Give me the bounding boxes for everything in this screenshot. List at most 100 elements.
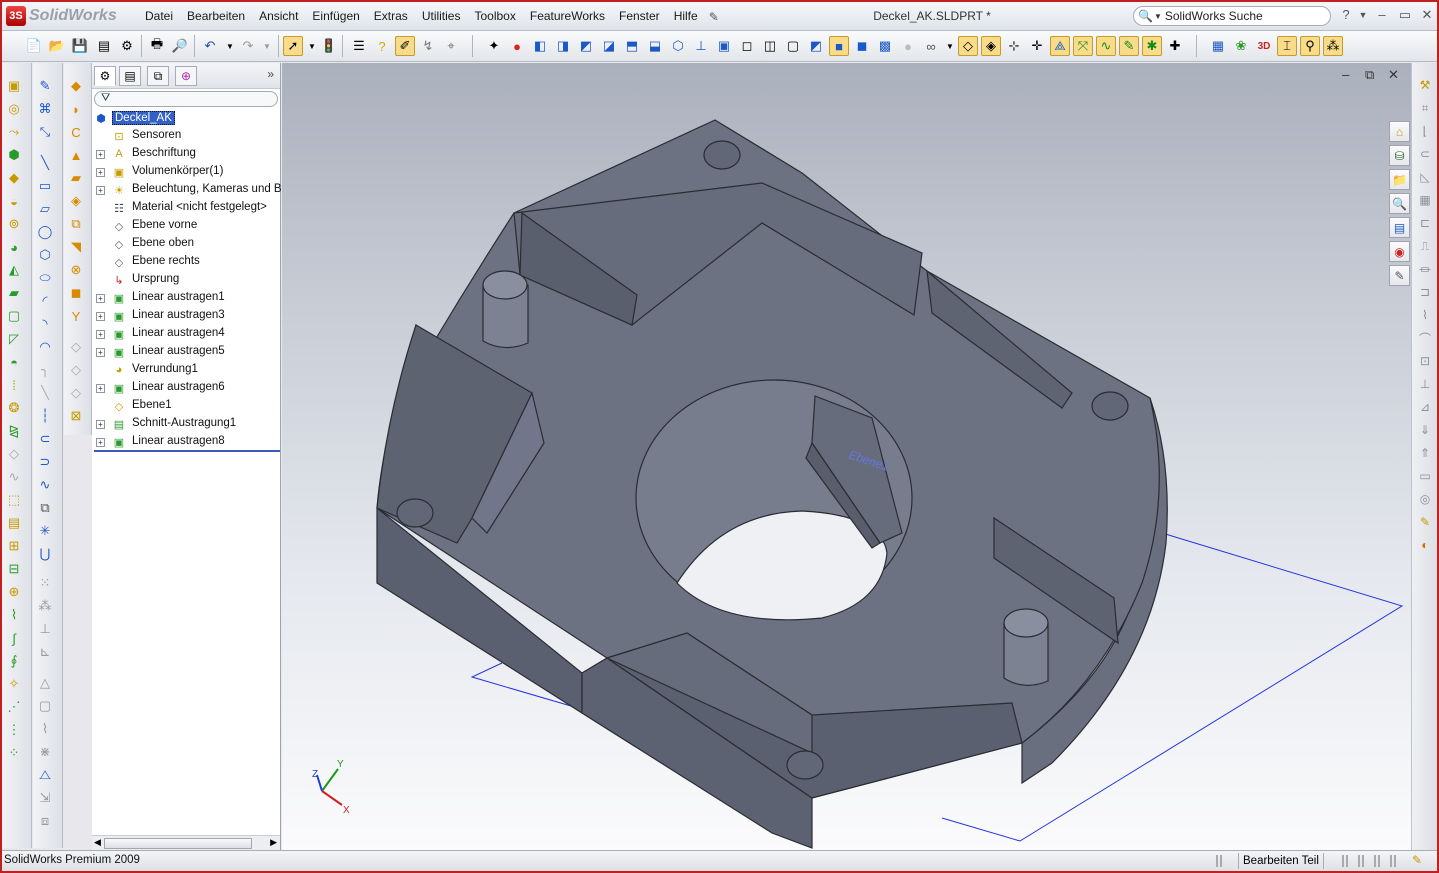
rip-icon[interactable]: ◐	[1417, 537, 1433, 553]
viewport-minimize-button[interactable]: –	[1342, 67, 1349, 82]
view-isometric-icon[interactable]: ⬡	[668, 36, 688, 56]
trim-extend-icon[interactable]: ⌊	[1417, 123, 1433, 139]
intersect-icon[interactable]: ⊞	[5, 537, 23, 555]
hole-top[interactable]	[703, 140, 741, 170]
shadows-icon[interactable]: ◼	[852, 36, 872, 56]
new-document-icon[interactable]: 📄	[24, 36, 44, 56]
appearance-icon[interactable]: ●	[507, 36, 527, 56]
linear-pattern-icon[interactable]: ⁞	[5, 376, 23, 394]
tree-item-beleuchtung[interactable]: + ☀ Beleuchtung, Kameras und Büh	[92, 181, 281, 199]
centerpoint-slot-icon[interactable]: ⊃	[36, 453, 54, 471]
open-icon[interactable]: 📂	[47, 36, 67, 56]
tree-item-material[interactable]: ☷ Material <nicht festgelegt>	[92, 199, 281, 217]
scrollbar-thumb[interactable]	[104, 838, 252, 849]
minimize-button[interactable]: –	[1374, 7, 1390, 22]
help-button[interactable]: ?	[1338, 7, 1354, 22]
help-bulb-icon[interactable]: ?	[372, 36, 392, 56]
menu-utilities[interactable]: Utilities	[415, 2, 468, 31]
view-right-icon[interactable]: ◪	[599, 36, 619, 56]
revolved-surface-icon[interactable]: ◗	[67, 100, 85, 118]
instant3d-icon[interactable]: ⬚	[5, 491, 23, 509]
extend-icon[interactable]: ⋇	[36, 743, 54, 761]
copy-entities-icon[interactable]: ⧈	[36, 812, 54, 830]
partial-ellipse-icon[interactable]: ◜	[36, 292, 54, 310]
hole-right[interactable]	[1091, 391, 1129, 421]
view-temp-axes-icon[interactable]: ⊹	[1004, 36, 1024, 56]
tree-item-linear-austragen4[interactable]: + ▣ Linear austragen4	[92, 325, 281, 343]
delete-face-icon[interactable]: ⊗	[67, 261, 85, 279]
smart-dimension-icon[interactable]: ⤡	[36, 123, 54, 141]
tree-item-linear-austragen8[interactable]: + ▣ Linear austragen8	[92, 433, 281, 451]
jog-icon[interactable]: ⌇	[1417, 307, 1433, 323]
3d-instant-icon[interactable]: 3D	[1254, 36, 1274, 56]
hem-icon[interactable]: ⊐	[1417, 284, 1433, 300]
hole-left[interactable]	[396, 498, 434, 528]
menu-extras[interactable]: Extras	[367, 2, 415, 31]
hole-wizard-icon[interactable]: ⊚	[5, 215, 23, 233]
restore-button[interactable]: ▭	[1397, 7, 1413, 23]
end-cap-icon[interactable]: ⊂	[1417, 146, 1433, 162]
redo-dropdown-icon[interactable]: ▼	[257, 36, 277, 56]
polygon-icon[interactable]: ⬡	[36, 246, 54, 264]
projected-curve-icon[interactable]: ⁘	[5, 744, 23, 762]
close-button[interactable]: ✕	[1419, 7, 1435, 23]
undo-dropdown-icon[interactable]: ▼	[220, 36, 240, 56]
sketch-on-surface-icon[interactable]: ✐	[395, 36, 415, 56]
offset-surface-icon[interactable]: ◈	[67, 192, 85, 210]
split-icon[interactable]: ⊟	[5, 560, 23, 578]
expand-icon[interactable]: +	[96, 420, 105, 429]
3d-sketch-icon[interactable]: ⌘	[36, 100, 54, 118]
tree-item-verrundung1[interactable]: ◕ Verrundung1	[92, 361, 281, 379]
parallelogram-icon[interactable]: ▱	[36, 200, 54, 218]
scroll-left-icon[interactable]: ◀	[94, 837, 101, 848]
viewport-restore-button[interactable]: ⧉	[1365, 67, 1374, 83]
view-sketches-icon[interactable]: ✎	[1119, 36, 1139, 56]
menu-fenster[interactable]: Fenster	[612, 2, 667, 31]
view-planes-icon[interactable]: ◇	[958, 36, 978, 56]
pin-right-top[interactable]	[1003, 608, 1049, 638]
tree-horizontal-scrollbar[interactable]: ◀ ▶	[92, 835, 280, 850]
print-icon[interactable]: 🖶	[147, 36, 167, 56]
rebuild-traffic-light-icon[interactable]: 🚦	[319, 36, 339, 56]
view-orientation-icon[interactable]: ✦	[484, 36, 504, 56]
fillet-icon[interactable]: ◕	[5, 238, 23, 256]
view-bottom-icon[interactable]: ⬓	[645, 36, 665, 56]
rollback-bar[interactable]	[94, 450, 280, 452]
tree-item-ebene1[interactable]: ◇ Ebene1	[92, 397, 281, 415]
swept-surface-icon[interactable]: C	[67, 123, 85, 141]
view-back-icon[interactable]: ◨	[553, 36, 573, 56]
no-bends-icon[interactable]: ◎	[1417, 491, 1433, 507]
expand-icon[interactable]: +	[96, 150, 105, 159]
pin-menu-icon[interactable]: ✎	[709, 10, 723, 24]
scene-icon[interactable]: ❀	[1231, 36, 1251, 56]
sketch-fillet-icon[interactable]: ╮	[36, 361, 54, 379]
view-dimensions-icon[interactable]: ✱	[1142, 36, 1162, 56]
flatten-icon[interactable]: ▭	[1417, 468, 1433, 484]
rectangle-icon[interactable]: ▭	[36, 177, 54, 195]
tree-item-beschriftung[interactable]: + A Beschriftung	[92, 145, 281, 163]
tree-item-ursprung[interactable]: ↳ Ursprung	[92, 271, 281, 289]
tab-configuration-manager[interactable]: ⧉	[147, 66, 169, 86]
measure-icon[interactable]: ⌖	[441, 36, 461, 56]
app-logo[interactable]: 3S SolidWorks	[6, 5, 124, 27]
unfold-icon[interactable]: ⇓	[1417, 422, 1433, 438]
rib-icon[interactable]: ▰	[5, 284, 23, 302]
repair-sketch-icon[interactable]: △	[36, 674, 54, 692]
three-point-arc-icon[interactable]: ◠	[36, 338, 54, 356]
scroll-right-icon[interactable]: ▶	[270, 837, 277, 848]
circular-pattern-icon[interactable]: ❂	[5, 399, 23, 417]
straight-slot-icon[interactable]: ⊂	[36, 430, 54, 448]
point-icon[interactable]: ✳	[36, 522, 54, 540]
tab-property-manager[interactable]: ▤	[119, 66, 141, 86]
tangent-arc-icon[interactable]: ◝	[36, 315, 54, 333]
menu-toolbox[interactable]: Toolbox	[467, 2, 522, 31]
expand-icon[interactable]: +	[96, 384, 105, 393]
properties-icon[interactable]: ▤	[94, 36, 114, 56]
expand-icon[interactable]: +	[96, 330, 105, 339]
centerline-icon[interactable]: ┆	[36, 407, 54, 425]
tree-item-volumenkoerper[interactable]: + ▣ Volumenkörper(1)	[92, 163, 281, 181]
break-corner-icon[interactable]: ⊿	[1417, 399, 1433, 415]
tree-item-linear-austragen5[interactable]: + ▣ Linear austragen5	[92, 343, 281, 361]
expand-icon[interactable]: +	[96, 348, 105, 357]
expand-icon[interactable]: +	[96, 186, 105, 195]
